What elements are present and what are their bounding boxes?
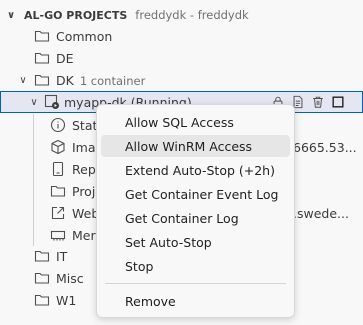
- tree-item-label: Mer: [72, 227, 96, 243]
- tree-item-common[interactable]: Common: [0, 25, 363, 47]
- menu-item-remove[interactable]: Remove: [101, 290, 290, 312]
- header-title: AL-GO PROJECTS: [24, 9, 128, 22]
- menu-item-get-container-event-log[interactable]: Get Container Event Log: [101, 183, 290, 205]
- header-description: freddydk - freddydk: [135, 8, 249, 22]
- menu-item-extend-auto-stop[interactable]: Extend Auto-Stop (+2h): [101, 159, 290, 181]
- stop-icon[interactable]: [331, 95, 345, 109]
- tree-item-description: 6665.53...: [293, 139, 357, 155]
- folder-icon: [34, 30, 50, 42]
- tree-item-label: Stat: [72, 117, 98, 133]
- folder-icon: [34, 272, 50, 284]
- folder-icon: [34, 52, 50, 64]
- tree-item-label: DE: [56, 50, 74, 66]
- chevron-down-icon[interactable]: ∨: [17, 75, 29, 86]
- menu-item-stop[interactable]: Stop: [101, 255, 290, 277]
- tree-item-label: Ima: [72, 139, 96, 155]
- chevron-down-icon[interactable]: ∨: [28, 97, 40, 108]
- tree-item-label: IT: [56, 248, 68, 264]
- menu-separator: [105, 283, 286, 284]
- link-external-icon: [51, 206, 65, 220]
- folder-icon: [34, 250, 50, 262]
- context-menu: Allow SQL Access Allow WinRM Access Exte…: [96, 104, 295, 318]
- tree-item-de[interactable]: DE: [0, 47, 363, 69]
- info-icon: [50, 117, 66, 133]
- tree-item-label: Proj: [72, 183, 96, 199]
- menu-item-set-auto-stop[interactable]: Set Auto-Stop: [101, 231, 290, 253]
- chevron-down-icon[interactable]: ∨: [5, 10, 17, 21]
- trash-icon[interactable]: [311, 95, 325, 109]
- tree-item-label: Common: [56, 28, 113, 44]
- tree-item-label: DK: [56, 72, 74, 88]
- tree-item-label: Rep: [72, 161, 96, 177]
- tree-item-dk[interactable]: ∨ DK 1 container: [0, 69, 363, 91]
- menu-item-get-container-log[interactable]: Get Container Log: [101, 207, 290, 229]
- tree-item-description: 1 container: [79, 73, 146, 88]
- folder-icon: [50, 185, 66, 197]
- projects-view-title: AL-GO PROJECTS freddydk - freddydk: [24, 8, 249, 22]
- memory-icon: [50, 230, 66, 241]
- package-icon: [51, 139, 65, 155]
- tree-item-label: W1: [56, 292, 77, 308]
- folder-icon: [34, 74, 50, 86]
- folder-icon: [34, 294, 50, 306]
- container-running-icon: [44, 94, 59, 109]
- menu-item-allow-winrm-access[interactable]: Allow WinRM Access: [101, 135, 290, 157]
- menu-item-allow-sql-access[interactable]: Allow SQL Access: [101, 111, 290, 133]
- device-icon: [52, 161, 64, 177]
- tree-item-label: Misc: [56, 270, 84, 286]
- projects-view-header[interactable]: ∨ AL-GO PROJECTS freddydk - freddydk: [0, 4, 363, 26]
- tree-item-description: .swede...: [293, 205, 349, 221]
